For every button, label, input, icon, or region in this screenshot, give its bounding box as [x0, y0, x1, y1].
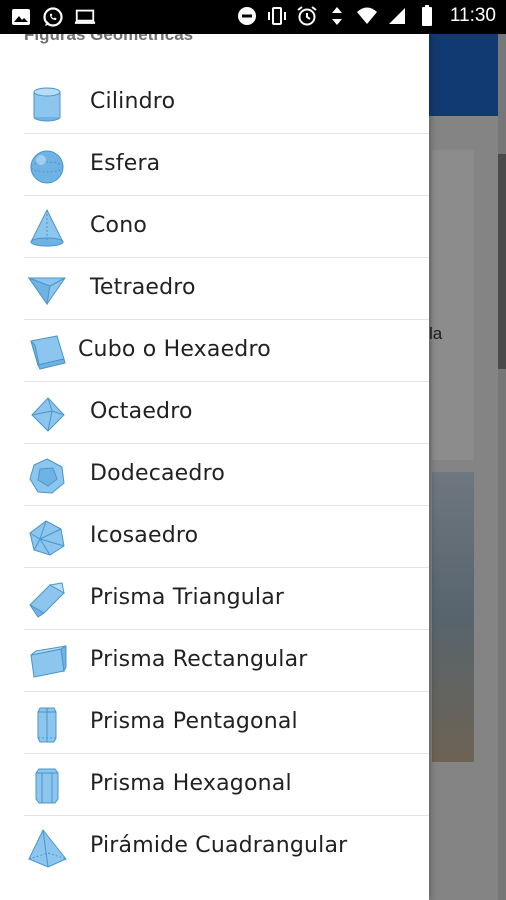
hexagonal-prism-icon	[26, 765, 68, 807]
menu-item-cono[interactable]: Cono	[0, 196, 429, 258]
menu-item-label: Prisma Hexagonal	[90, 771, 292, 796]
tetrahedron-icon	[26, 269, 68, 311]
menu-item-icosaedro[interactable]: Icosaedro	[0, 506, 429, 568]
signal-icon	[386, 5, 408, 27]
navigation-drawer: Figuras Geométricas Cilindro Esfera Cono…	[0, 34, 429, 900]
menu-item-label: Cono	[90, 213, 148, 238]
menu-item-label: Dodecaedro	[90, 461, 225, 486]
status-bar: 11:30	[0, 0, 506, 34]
image-icon	[10, 6, 32, 28]
data-arrows-icon	[326, 5, 348, 27]
menu-item-label: Tetraedro	[90, 275, 196, 300]
icosahedron-icon	[26, 517, 68, 559]
menu-item-dodecaedro[interactable]: Dodecaedro	[0, 444, 429, 506]
dodecahedron-icon	[26, 455, 68, 497]
triangular-prism-icon	[26, 579, 68, 621]
menu-item-prisma-hexagonal[interactable]: Prisma Hexagonal	[0, 754, 429, 816]
menu-item-prisma-triangular[interactable]: Prisma Triangular	[0, 568, 429, 630]
sphere-icon	[26, 145, 68, 187]
vibrate-icon	[266, 5, 288, 27]
menu-item-octaedro[interactable]: Octaedro	[0, 382, 429, 444]
wifi-icon	[356, 5, 378, 27]
status-time: 11:30	[449, 5, 496, 26]
menu-item-esfera[interactable]: Esfera	[0, 134, 429, 196]
octahedron-icon	[26, 393, 68, 435]
menu-item-label: Esfera	[90, 151, 161, 176]
cube-icon	[26, 331, 68, 373]
menu-item-label: Octaedro	[90, 399, 193, 424]
menu-item-label: Prisma Triangular	[90, 585, 285, 610]
cylinder-icon	[26, 83, 68, 125]
menu-item-piramide-cuadrangular[interactable]: Pirámide Cuadrangular	[0, 816, 429, 878]
menu-item-label: Cubo o Hexaedro	[78, 337, 271, 362]
menu-item-prisma-rectangular[interactable]: Prisma Rectangular	[0, 630, 429, 692]
menu-item-label: Cilindro	[90, 89, 176, 114]
drawer-header: Figuras Geométricas	[24, 34, 194, 44]
menu-item-label: Prisma Pentagonal	[90, 709, 298, 734]
cone-icon	[26, 207, 68, 249]
alarm-icon	[296, 5, 318, 27]
drawer-menu-list: Cilindro Esfera Cono Tetraedro Cubo o He…	[0, 72, 429, 878]
menu-item-label: Icosaedro	[90, 523, 199, 548]
whatsapp-icon	[42, 6, 64, 28]
square-pyramid-icon	[26, 827, 68, 869]
do-not-disturb-icon	[236, 5, 258, 27]
battery-icon	[416, 5, 438, 27]
menu-item-label: Prisma Rectangular	[90, 647, 308, 672]
pentagonal-prism-icon	[26, 703, 68, 745]
menu-item-cubo[interactable]: Cubo o Hexaedro	[0, 320, 429, 382]
rectangular-prism-icon	[26, 641, 68, 683]
menu-item-cilindro[interactable]: Cilindro	[0, 72, 429, 134]
menu-item-prisma-pentagonal[interactable]: Prisma Pentagonal	[0, 692, 429, 754]
laptop-icon	[74, 6, 96, 28]
menu-item-tetraedro[interactable]: Tetraedro	[0, 258, 429, 320]
menu-item-label: Pirámide Cuadrangular	[90, 833, 348, 858]
